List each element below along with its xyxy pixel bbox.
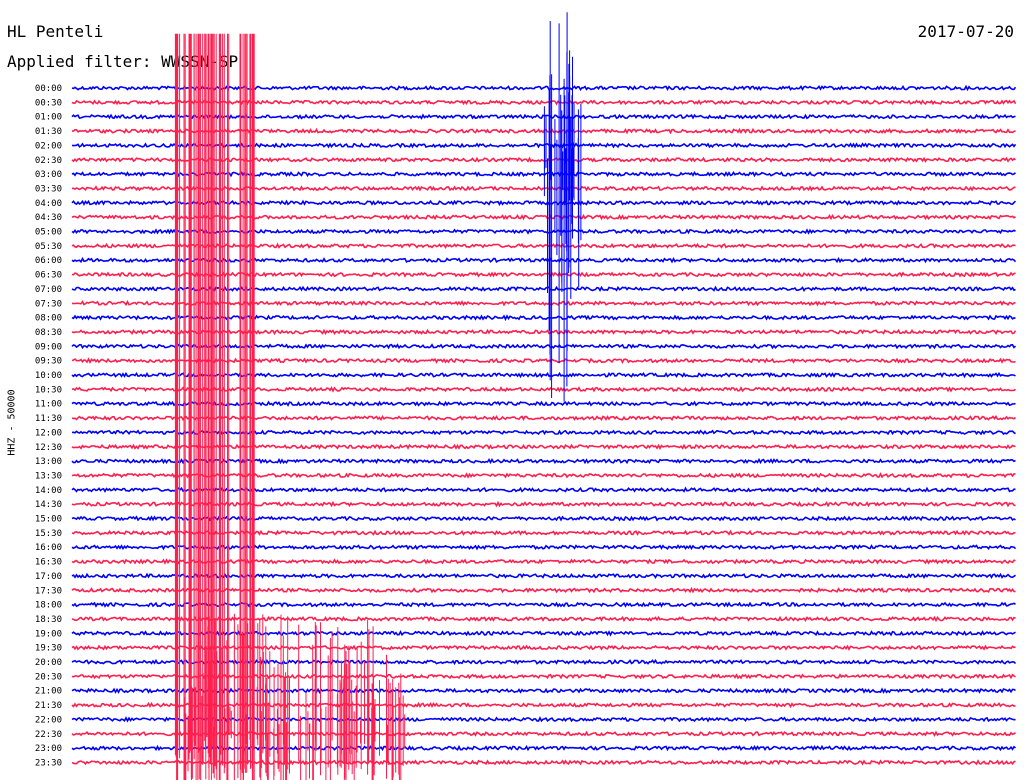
trace-row [71,500,1016,508]
time-tick-label: 16:30 [35,558,62,568]
time-tick-label: 15:30 [35,529,62,539]
trace-row [71,673,1016,680]
time-tick-label: 05:30 [35,242,62,252]
time-tick-label: 11:30 [35,414,62,424]
trace-row [72,127,1016,135]
time-tick-label: 21:00 [35,687,62,697]
time-tick-label: 17:30 [35,586,62,596]
trace-row [71,414,1017,422]
trace-row [71,213,1016,221]
time-tick-label: 19:00 [35,629,62,639]
time-tick-label: 14:00 [35,486,62,496]
trace-row [71,242,1016,249]
time-tick-label: 03:00 [35,170,62,180]
trace-row [71,644,1016,651]
time-tick-label: 09:00 [35,342,62,352]
trace-row [71,99,1017,106]
trace-row [71,170,1016,178]
trace-row [71,529,1016,536]
trace-row [71,572,1016,580]
time-tick-label: 06:30 [35,271,62,281]
time-tick-label: 15:00 [35,515,62,525]
trace-row [71,285,1016,293]
time-tick-label: 02:00 [35,141,62,151]
time-tick-label: 04:00 [35,199,62,209]
trace-row [71,443,1016,450]
trace-row [71,256,1017,264]
time-tick-label: 19:30 [35,644,62,654]
time-tick-label: 18:00 [35,601,62,611]
time-tick-label: 08:30 [35,328,62,338]
trace-row [71,457,1016,465]
time-tick-label: 14:30 [35,500,62,510]
time-tick-label: 09:30 [35,357,62,367]
trace-row [71,716,1016,723]
time-tick-label: 20:00 [35,658,62,668]
trace-row [71,343,1017,350]
time-tick-label: 02:30 [35,156,62,166]
trace-row [71,472,1016,479]
helicorder-plot: 00:00 00:30 01:00 01:30 02:00 02:30 03:00 03:30… [35,12,1017,780]
trace-row [71,429,1016,436]
time-tick-label: 12:00 [35,428,62,438]
event-burst [543,12,582,402]
trace-row [71,630,1016,637]
time-tick-label: 21:30 [35,701,62,711]
time-tick-label: 04:30 [35,213,62,223]
time-tick-label: 13:30 [35,471,62,481]
trace-row [71,84,1017,92]
trace-row [71,299,1016,307]
event-waveform [543,12,582,402]
time-tick-label: 12:30 [35,443,62,453]
trace-row [71,486,1016,493]
trace-row [71,515,1016,522]
trace-row [71,544,1017,551]
time-tick-label: 13:00 [35,457,62,467]
time-tick-label: 20:30 [35,672,62,682]
time-tick-label: 10:30 [35,385,62,395]
time-tick-label: 00:00 [35,84,62,94]
time-tick-label: 01:00 [35,113,62,123]
trace-row [71,357,1016,364]
trace-group [71,84,1017,766]
time-tick-label: 11:00 [35,400,62,410]
time-tick-label: 00:30 [35,98,62,108]
trace-row [71,701,1016,709]
time-tick-label: 01:30 [35,127,62,137]
time-tick-label: 16:00 [35,543,62,553]
time-tick-label: 22:00 [35,715,62,725]
trace-row [71,142,1017,149]
time-tick-label: 23:00 [35,744,62,754]
trace-row [71,228,1016,235]
time-tick-label: 08:00 [35,314,62,324]
trace-row [71,185,1016,192]
time-tick-label: 07:30 [35,299,62,309]
trace-row [71,113,1016,120]
trace-row [71,199,1017,207]
time-tick-label: 07:00 [35,285,62,295]
trace-row [71,156,1016,163]
time-axis: 00:00 00:30 01:00 01:30 02:00 02:30 03:00 03:30… [35,84,62,768]
trace-row [71,601,1016,608]
time-tick-label: 17:00 [35,572,62,582]
time-tick-label: 05:00 [35,228,62,238]
trace-row [71,687,1016,695]
trace-row [71,586,1016,594]
trace-row [71,615,1016,623]
time-tick-label: 18:30 [35,615,62,625]
trace-row [71,658,1017,666]
time-tick-label: 23:30 [35,758,62,768]
time-tick-label: 10:00 [35,371,62,381]
event-group [174,12,582,780]
time-tick-label: 22:30 [35,730,62,740]
time-tick-label: 03:30 [35,184,62,194]
trace-row [71,271,1016,278]
trace-row [71,371,1016,379]
time-tick-label: 06:00 [35,256,62,266]
trace-row [71,314,1016,322]
trace-row [71,386,1016,393]
trace-row [71,400,1016,407]
trace-row [71,328,1017,336]
trace-row [71,558,1016,565]
